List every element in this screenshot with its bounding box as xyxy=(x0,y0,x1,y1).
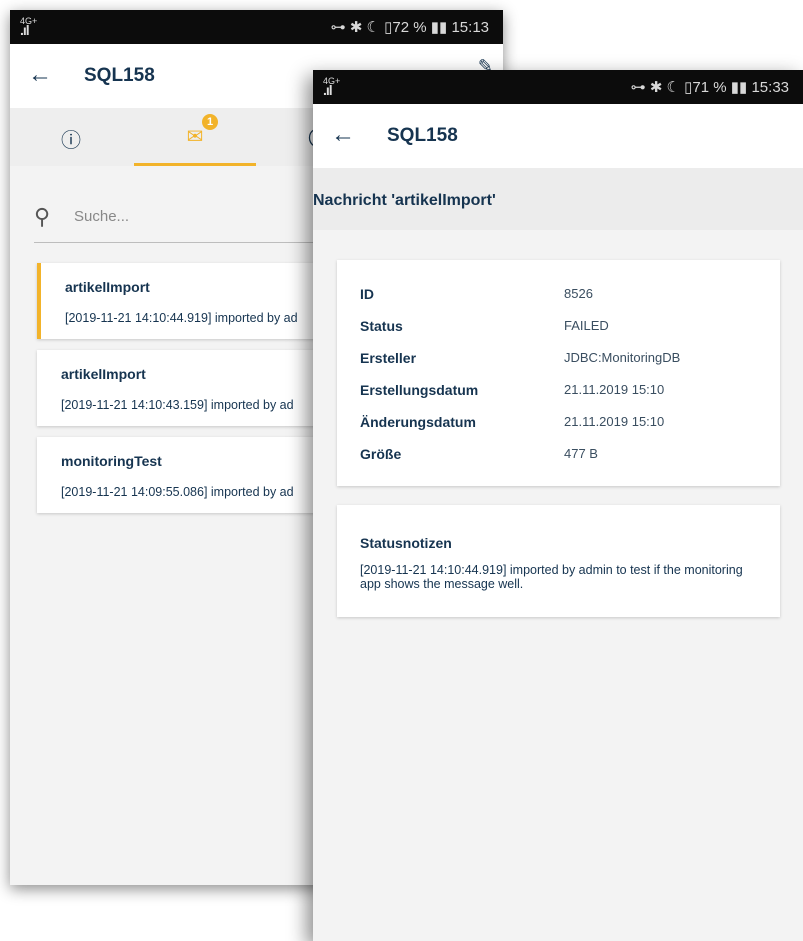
message-heading: Nachricht 'artikelImport' xyxy=(313,192,496,209)
list-item[interactable]: monitoringTest [2019-11-21 14:09:55.086]… xyxy=(37,437,357,513)
message-detail-screen: 4G+ .ıl ⊶ ✱ ☾ ▯71 % ▮▮ 15:33 ← SQL158 Nac… xyxy=(313,70,803,941)
detail-value: FAILED xyxy=(564,318,609,333)
message-detail: [2019-11-21 14:09:55.086] imported by ad xyxy=(61,485,294,499)
search-icon: ⚲ xyxy=(34,204,51,229)
back-arrow-icon[interactable]: ← xyxy=(28,61,52,89)
detail-label: ID xyxy=(360,286,374,302)
detail-label: Ersteller xyxy=(360,350,417,366)
tab-info[interactable]: ⓘ xyxy=(10,108,132,166)
search-placeholder: Suche... xyxy=(74,208,130,225)
signal-icon: 4G+ .ıl xyxy=(323,76,341,98)
status-icons: ⊶ ✱ ☾ ▯72 % ▮▮ 15:13 xyxy=(330,19,489,36)
message-title: artikelImport xyxy=(65,279,150,295)
search-input[interactable]: ⚲ Suche... xyxy=(34,202,334,243)
page-title: SQL158 xyxy=(387,125,458,146)
status-notes-card: Statusnotizen [2019-11-21 14:10:44.919] … xyxy=(337,505,780,617)
status-bar: 4G+ .ıl ⊶ ✱ ☾ ▯71 % ▮▮ 15:33 xyxy=(313,70,803,104)
status-bar: 4G+ .ıl ⊶ ✱ ☾ ▯72 % ▮▮ 15:13 xyxy=(10,10,503,44)
detail-label: Änderungsdatum xyxy=(360,414,476,430)
detail-value: 8526 xyxy=(564,286,593,301)
app-bar: ← SQL158 xyxy=(313,104,803,169)
section-header: Nachricht 'artikelImport' xyxy=(313,168,803,230)
unread-badge: 1 xyxy=(202,114,218,130)
back-arrow-icon[interactable]: ← xyxy=(331,121,355,149)
list-item[interactable]: artikelImport [2019-11-21 14:10:43.159] … xyxy=(37,350,357,426)
detail-value: 477 B xyxy=(564,446,598,461)
signal-icon: 4G+ .ıl xyxy=(20,16,38,38)
detail-value: 21.11.2019 15:10 xyxy=(564,414,665,429)
message-title: monitoringTest xyxy=(61,453,162,469)
notes-text: [2019-11-21 14:10:44.919] imported by ad… xyxy=(360,563,743,591)
detail-label: Status xyxy=(360,318,403,334)
page-title: SQL158 xyxy=(84,65,155,86)
message-title: artikelImport xyxy=(61,366,146,382)
message-detail: [2019-11-21 14:10:43.159] imported by ad xyxy=(61,398,294,412)
detail-value: JDBC:MonitoringDB xyxy=(564,350,681,365)
tab-messages[interactable]: ✉ 1 xyxy=(134,108,256,166)
detail-value: 21.11.2019 15:10 xyxy=(564,382,665,397)
detail-label: Erstellungsdatum xyxy=(360,382,479,398)
mail-icon: ✉ xyxy=(186,126,204,148)
message-detail: [2019-11-21 14:10:44.919] imported by ad xyxy=(65,311,298,325)
info-icon: ⓘ xyxy=(61,130,81,152)
notes-title: Statusnotizen xyxy=(360,535,452,551)
details-card: ID 8526 Status FAILED Ersteller JDBC:Mon… xyxy=(337,260,780,486)
detail-label: Größe xyxy=(360,446,402,462)
status-icons: ⊶ ✱ ☾ ▯71 % ▮▮ 15:33 xyxy=(630,79,789,96)
